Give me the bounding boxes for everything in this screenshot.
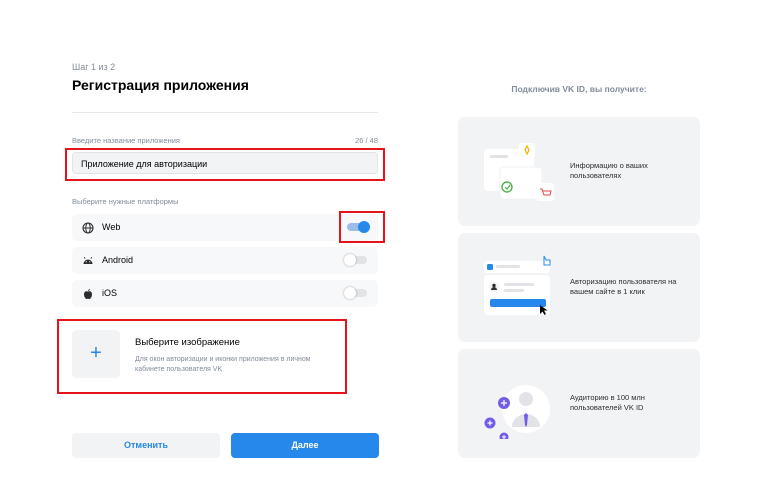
- benefits-heading: Подключив VK ID, вы получите:: [511, 84, 647, 94]
- platform-row-ios[interactable]: iOS: [72, 280, 378, 307]
- platform-label-ios: iOS: [102, 288, 118, 298]
- one-click-auth-illustration: [480, 253, 560, 323]
- page-title: Регистрация приложения: [72, 77, 249, 93]
- divider: [72, 112, 378, 113]
- platforms-label: Выберите нужные платформы: [72, 197, 179, 206]
- platform-label-web: Web: [102, 222, 121, 232]
- benefit-card-user-info: Информацию о ваших пользователях: [458, 117, 700, 226]
- highlight-box-name: [65, 148, 385, 181]
- user-info-illustration: [480, 137, 560, 207]
- android-icon: [82, 254, 94, 266]
- benefit-text-user-info: Информацию о ваших пользователях: [570, 161, 648, 180]
- platform-row-web[interactable]: Web: [72, 214, 378, 241]
- next-button[interactable]: Далее: [231, 433, 379, 458]
- highlight-box-web-toggle: [339, 211, 385, 243]
- benefit-text-one-click: Авторизацию пользователя на вашем сайте …: [570, 277, 677, 296]
- android-toggle[interactable]: [344, 254, 367, 266]
- toggle-knob: [344, 254, 356, 266]
- apple-icon: [82, 287, 94, 299]
- step-indicator: Шаг 1 из 2: [72, 62, 116, 72]
- registration-form: Шаг 1 из 2 Регистрация приложения Введит…: [0, 0, 450, 485]
- benefit-text-audience: Аудиторию в 100 млн пользователей VK ID: [570, 393, 645, 412]
- benefit-card-audience: Аудиторию в 100 млн пользователей VK ID: [458, 349, 700, 458]
- toggle-knob: [344, 287, 356, 299]
- globe-icon: [82, 221, 94, 234]
- ios-toggle[interactable]: [344, 287, 367, 299]
- highlight-box-image: [57, 319, 347, 394]
- benefit-card-one-click: Авторизацию пользователя на вашем сайте …: [458, 233, 700, 342]
- cancel-button[interactable]: Отменить: [72, 433, 220, 458]
- app-name-label: Введите название приложения: [72, 136, 180, 145]
- app-name-counter: 26 / 48: [355, 136, 378, 145]
- audience-illustration: [480, 369, 560, 442]
- platform-label-android: Android: [102, 255, 134, 265]
- platform-row-android[interactable]: Android: [72, 247, 378, 274]
